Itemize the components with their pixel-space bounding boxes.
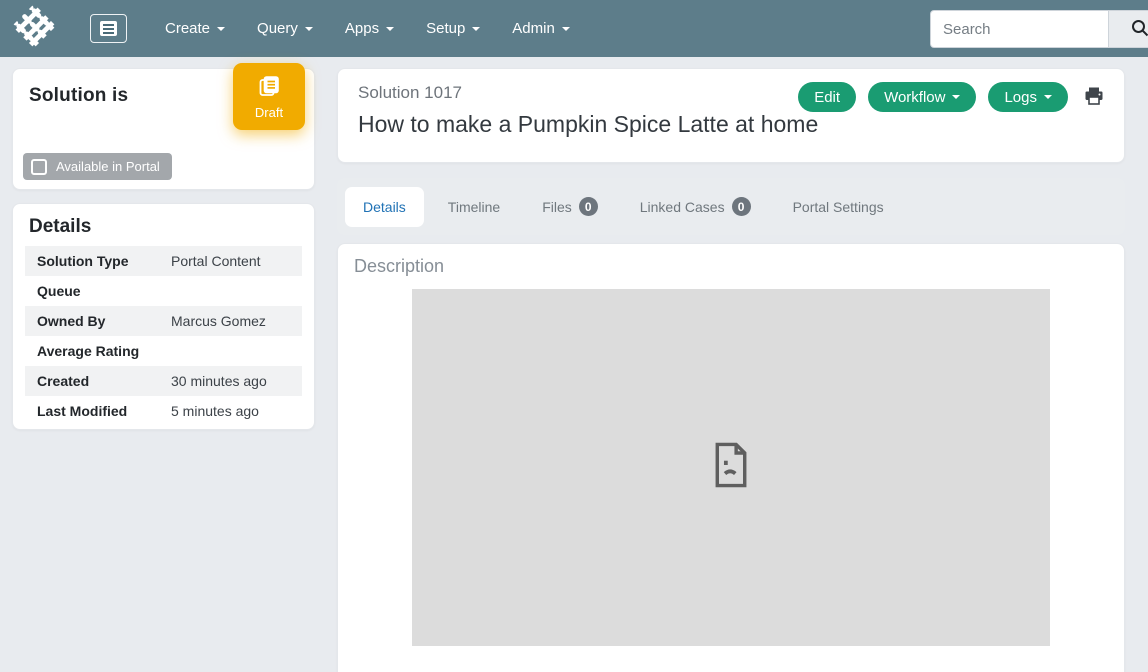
page-content: Solution is Draft Available in Portal <box>0 57 1148 672</box>
tab-timeline[interactable]: Timeline <box>430 187 518 227</box>
row-label: Last Modified <box>25 403 171 419</box>
available-in-portal-toggle[interactable]: Available in Portal <box>23 153 172 180</box>
tab-label: Files <box>542 199 572 215</box>
table-row: Owned By Marcus Gomez <box>25 306 302 336</box>
details-card: Details Solution Type Portal Content Que… <box>12 203 315 430</box>
magnifier-icon <box>1131 19 1148 40</box>
main-column: Solution 1017 How to make a Pumpkin Spic… <box>337 57 1125 672</box>
caret-down-icon <box>217 27 225 31</box>
hamburger-list-icon <box>100 21 117 36</box>
nav-item-setup[interactable]: Setup <box>410 10 496 47</box>
broken-file-icon <box>710 441 752 494</box>
nav-item-label: Query <box>257 20 298 37</box>
caret-down-icon <box>1044 95 1052 99</box>
workflow-dropdown-button[interactable]: Workflow <box>868 82 976 112</box>
nav-item-admin[interactable]: Admin <box>496 10 586 47</box>
description-card: Description <box>337 243 1125 672</box>
tab-label: Timeline <box>448 199 500 215</box>
nav-item-label: Create <box>165 20 210 37</box>
printer-icon <box>1082 84 1106 111</box>
table-row: Queue <box>25 276 302 306</box>
portal-toggle-label: Available in Portal <box>56 159 160 174</box>
nav-item-label: Setup <box>426 20 465 37</box>
caret-down-icon <box>305 27 313 31</box>
table-row: Created 30 minutes ago <box>25 366 302 396</box>
details-card-title: Details <box>13 214 314 246</box>
header-actions: Edit Workflow Logs <box>798 82 1108 112</box>
logs-label: Logs <box>1004 89 1037 106</box>
solution-header-card: Solution 1017 How to make a Pumpkin Spic… <box>337 68 1125 163</box>
table-row: Solution Type Portal Content <box>25 246 302 276</box>
draft-label: Draft <box>255 105 283 120</box>
description-label: Description <box>354 256 1108 277</box>
tab-files[interactable]: Files 0 <box>524 185 616 228</box>
table-row: Last Modified 5 minutes ago <box>25 396 302 426</box>
row-value: Portal Content <box>171 253 261 269</box>
tabs-bar: Details Timeline Files 0 Linked Cases 0 … <box>337 178 1125 235</box>
search-input[interactable] <box>930 10 1108 48</box>
print-button[interactable] <box>1080 84 1108 111</box>
edit-label: Edit <box>814 89 840 106</box>
details-table: Solution Type Portal Content Queue Owned… <box>25 246 302 426</box>
brand-logo[interactable] <box>10 5 58 53</box>
nav-item-label: Admin <box>512 20 555 37</box>
search-button[interactable] <box>1108 10 1148 48</box>
row-label: Solution Type <box>25 253 171 269</box>
caret-down-icon <box>562 27 570 31</box>
edit-button[interactable]: Edit <box>798 82 856 112</box>
row-label: Average Rating <box>25 343 171 359</box>
nav-item-label: Apps <box>345 20 379 37</box>
nav-item-create[interactable]: Create <box>149 10 241 47</box>
tab-portal-settings[interactable]: Portal Settings <box>775 187 902 227</box>
draft-status-button[interactable]: Draft <box>233 63 305 130</box>
page-title: How to make a Pumpkin Spice Latte at hom… <box>358 111 1104 138</box>
sidebar: Solution is Draft Available in Portal <box>12 57 315 430</box>
row-value: 30 minutes ago <box>171 373 267 389</box>
logs-dropdown-button[interactable]: Logs <box>988 82 1068 112</box>
broken-image-placeholder <box>412 289 1050 646</box>
journals-icon <box>257 74 281 101</box>
tab-label: Portal Settings <box>793 199 884 215</box>
solution-status-card: Solution is Draft Available in Portal <box>12 68 315 190</box>
tab-label: Details <box>363 199 406 215</box>
caret-down-icon <box>472 27 480 31</box>
row-label: Queue <box>25 283 171 299</box>
caret-down-icon <box>952 95 960 99</box>
sidebar-toggle-button[interactable] <box>90 14 127 43</box>
top-navbar: Create Query Apps Setup Admin <box>0 0 1148 57</box>
nav-item-apps[interactable]: Apps <box>329 10 410 47</box>
row-value: 5 minutes ago <box>171 403 259 419</box>
linked-cases-count-badge: 0 <box>732 197 751 216</box>
files-count-badge: 0 <box>579 197 598 216</box>
tab-label: Linked Cases <box>640 199 725 215</box>
primary-nav: Create Query Apps Setup Admin <box>149 10 586 47</box>
table-row: Average Rating <box>25 336 302 366</box>
caret-down-icon <box>386 27 394 31</box>
nav-item-query[interactable]: Query <box>241 10 329 47</box>
global-search <box>930 10 1148 48</box>
workflow-label: Workflow <box>884 89 945 106</box>
tab-linked-cases[interactable]: Linked Cases 0 <box>622 185 769 228</box>
owned-by-link[interactable]: Marcus Gomez <box>171 313 266 329</box>
row-label: Created <box>25 373 171 389</box>
tab-details[interactable]: Details <box>345 187 424 227</box>
woven-knot-icon <box>11 3 57 54</box>
row-label: Owned By <box>25 313 171 329</box>
checkbox-icon <box>31 159 47 175</box>
